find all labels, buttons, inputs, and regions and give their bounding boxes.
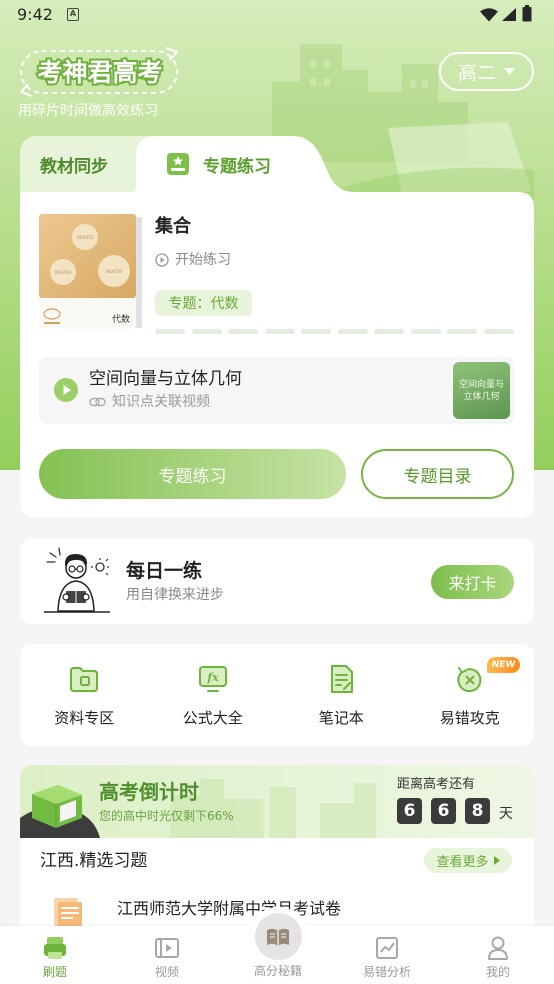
thumbnail-text: 立体几何 xyxy=(463,391,500,402)
notebook-icon xyxy=(331,665,354,693)
link-icon xyxy=(89,397,106,407)
topic-catalog-button[interactable]: 专题目录 xyxy=(361,449,514,499)
signal-icon xyxy=(502,8,516,21)
cover-label: MATH xyxy=(106,269,123,275)
quick-link-label: 公式大全 xyxy=(182,709,243,727)
related-video-row[interactable]: 空间向量与立体几何 知识点关联视频 空间向量与 立体几何 xyxy=(39,357,514,424)
quick-link-notebook[interactable]: 笔记本 xyxy=(277,644,406,746)
app-slogan: 用碎片时间做高效练习 xyxy=(18,103,158,119)
app-logo: 考神君高考 xyxy=(20,47,178,97)
thumbnail-text: 空间向量与 xyxy=(458,379,504,390)
topic-practice-button[interactable]: 专题练习 xyxy=(39,449,346,499)
daily-practice-subtitle: 用自律换来进步 xyxy=(126,587,224,603)
cover-label: MATH xyxy=(55,270,72,276)
nav-label: 视频 xyxy=(154,965,179,979)
video-subtitle: 知识点关联视频 xyxy=(89,393,210,411)
exam-paper-icon xyxy=(54,898,82,928)
tab-topic-practice[interactable]: 专题练习 xyxy=(136,136,326,192)
progress-segment xyxy=(410,329,441,334)
tab-topic-practice-label: 专题练习 xyxy=(203,156,271,177)
profile-icon xyxy=(488,936,508,960)
nav-item-high-score-tips[interactable]: 高分秘籍 xyxy=(228,913,328,984)
countdown-title: 高考倒计时 xyxy=(99,780,199,804)
video-icon xyxy=(155,938,179,958)
folder-icon xyxy=(70,667,99,692)
notification-a-icon: A xyxy=(67,8,79,21)
nav-label: 高分秘籍 xyxy=(253,964,302,978)
analysis-icon xyxy=(376,937,398,959)
quick-link-mistakes[interactable]: 易错攻克 NEW xyxy=(406,644,535,746)
video-thumbnail[interactable]: 空间向量与 立体几何 xyxy=(453,362,510,419)
countdown-subtitle: 您的高中时光仅剩下66% xyxy=(99,809,234,823)
daily-practice-title: 每日一练 xyxy=(126,560,203,582)
nav-item-video[interactable]: 视频 xyxy=(117,926,217,984)
logo-text: 考神君高考 xyxy=(37,58,162,87)
nav-label: 易错分析 xyxy=(362,965,411,979)
countdown-header: 高考倒计时 您的高中时光仅剩下66% 距离高考还有 6 6 8 天 xyxy=(20,765,534,838)
quick-links-grid: 资料专区 fx 公式大全 笔记本 易错攻克 NEW xyxy=(20,644,534,746)
progress-segment xyxy=(483,329,514,334)
featured-section-title: 江西.精选习题 xyxy=(40,851,148,871)
progress-segment xyxy=(337,329,368,334)
progress-segment xyxy=(374,329,405,334)
quick-link-label: 资料专区 xyxy=(54,709,115,727)
cover-label: MATH xyxy=(77,235,94,241)
quick-link-label: 笔记本 xyxy=(318,709,364,727)
daily-practice-card[interactable]: 每日一练 用自律换来进步 来打卡 xyxy=(20,538,534,624)
start-practice-label: 开始练习 xyxy=(175,252,231,268)
progress-segment xyxy=(228,329,259,334)
view-more-button[interactable]: 查看更多 xyxy=(424,848,512,873)
caret-down-icon xyxy=(504,68,515,75)
grade-selector[interactable]: 高二 xyxy=(439,52,534,91)
practice-progress-bar xyxy=(155,329,514,334)
quick-link-materials[interactable]: 资料专区 xyxy=(20,644,149,746)
video-subtitle-label: 知识点关联视频 xyxy=(112,394,210,410)
formula-icon: fx xyxy=(198,666,227,692)
countdown-remaining-label: 距离高考还有 xyxy=(397,777,476,792)
progress-segment xyxy=(264,329,295,334)
start-practice-link[interactable]: 开始练习 xyxy=(155,251,231,269)
status-time: 9:42 xyxy=(17,5,53,24)
progress-segment xyxy=(301,329,332,334)
cover-subject: 代数 xyxy=(112,313,130,325)
tab-textbook-sync[interactable]: 教材同步 xyxy=(20,136,136,192)
nav-item-profile[interactable]: 我的 xyxy=(448,926,548,984)
retry-error-icon xyxy=(457,667,482,693)
book-icon xyxy=(267,928,289,946)
exam-box-icon xyxy=(20,785,100,838)
progress-segment xyxy=(155,329,186,334)
video-play-icon xyxy=(54,378,78,402)
countdown-digit: 8 xyxy=(465,798,490,824)
daily-practice-illustration xyxy=(44,547,110,613)
formula-icon-text: fx xyxy=(206,671,219,684)
progress-segment xyxy=(447,329,478,334)
battery-icon xyxy=(522,5,532,22)
grade-selector-value: 高二 xyxy=(457,62,496,84)
topic-tag: 专题：代数 xyxy=(155,290,252,316)
nav-center-circle xyxy=(254,913,302,960)
nav-label: 刷题 xyxy=(42,965,67,979)
nav-label: 我的 xyxy=(485,965,510,979)
practice-icon xyxy=(44,937,66,959)
quick-link-formulas[interactable]: fx 公式大全 xyxy=(149,644,278,746)
video-title: 空间向量与立体几何 xyxy=(89,369,242,389)
new-badge: NEW xyxy=(487,657,520,673)
countdown-digit: 6 xyxy=(431,798,456,824)
topic-star-icon xyxy=(167,153,189,175)
check-in-button[interactable]: 来打卡 xyxy=(431,565,514,599)
quick-link-label: 易错攻克 xyxy=(439,709,500,727)
nav-item-practice[interactable]: 刷题 xyxy=(5,926,105,984)
countdown-unit: 天 xyxy=(499,806,513,822)
progress-segment xyxy=(191,329,222,334)
book-cover[interactable]: MATH MATH MATH 代数 xyxy=(39,214,143,329)
wifi-icon xyxy=(480,8,498,22)
tab-textbook-sync-label: 教材同步 xyxy=(40,156,108,177)
view-more-label: 查看更多 xyxy=(436,855,489,870)
practice-title[interactable]: 集合 xyxy=(155,215,191,239)
countdown-digit: 6 xyxy=(397,798,422,824)
play-outline-icon xyxy=(155,253,169,267)
nav-item-error-analysis[interactable]: 易错分析 xyxy=(337,926,437,984)
chevron-right-icon xyxy=(493,856,500,865)
